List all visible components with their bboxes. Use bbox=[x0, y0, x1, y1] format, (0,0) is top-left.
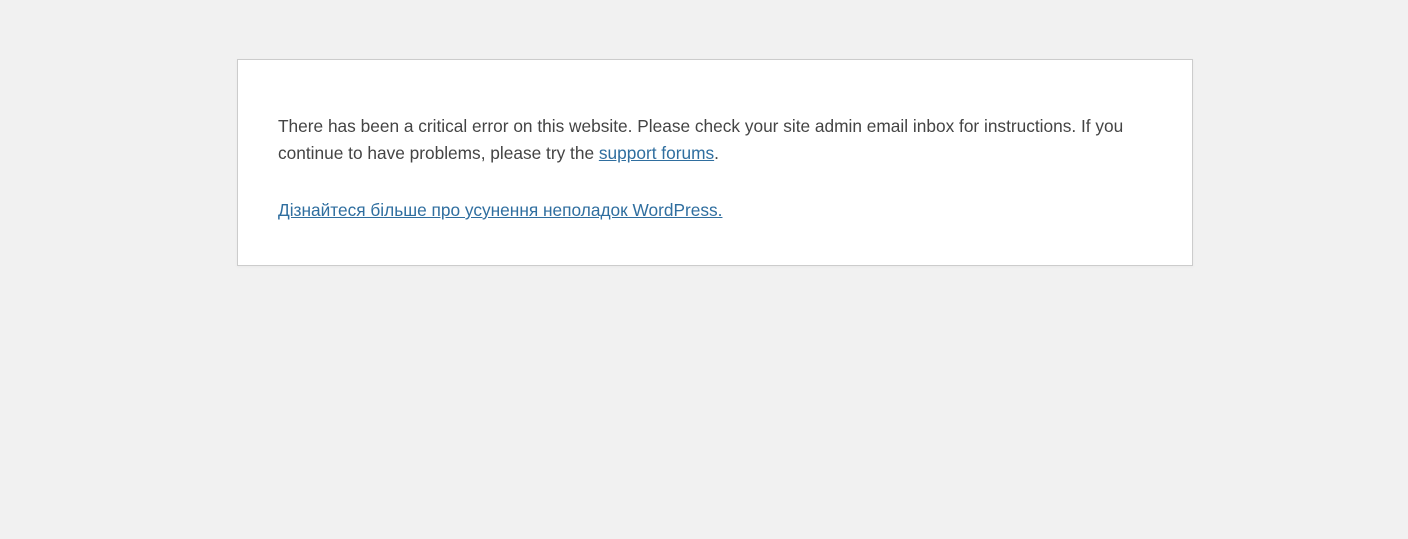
support-forums-link[interactable]: support forums bbox=[599, 143, 714, 163]
error-message: There has been a critical error on this … bbox=[278, 113, 1152, 167]
error-message-end: . bbox=[714, 143, 719, 163]
error-panel: There has been a critical error on this … bbox=[237, 59, 1193, 266]
learn-more-paragraph: Дізнайтеся більше про усунення неполадок… bbox=[278, 197, 1152, 224]
troubleshooting-link[interactable]: Дізнайтеся більше про усунення неполадок… bbox=[278, 200, 722, 220]
